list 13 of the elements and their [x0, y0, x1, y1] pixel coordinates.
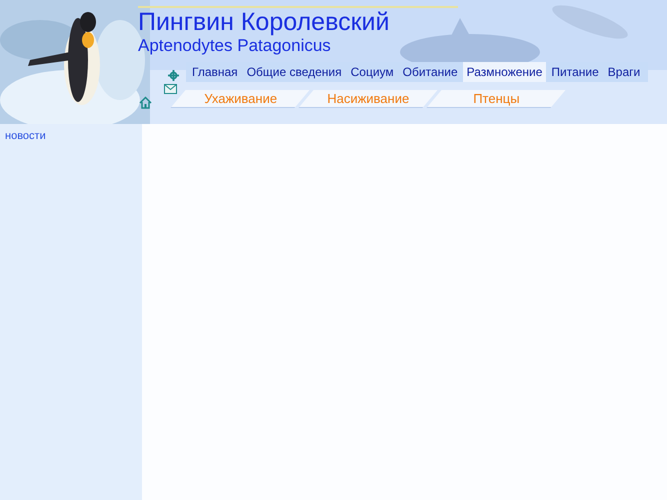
- mail-icon[interactable]: [164, 84, 177, 94]
- page-subtitle: Aptenodytes Patagonicus: [138, 36, 332, 56]
- page-title: Пингвин Королевский: [138, 8, 390, 36]
- nav-link[interactable]: Обитание: [398, 62, 462, 82]
- nav-link[interactable]: Общие сведения: [242, 62, 346, 82]
- sidebar-link[interactable]: новости: [5, 128, 142, 144]
- nav-link[interactable]: Размножение: [462, 62, 546, 82]
- nav-link[interactable]: Враги: [604, 62, 644, 82]
- nav-link[interactable]: Главная: [188, 62, 242, 82]
- nav-link[interactable]: Питание: [547, 62, 603, 82]
- nav-link[interactable]: Социум: [346, 62, 398, 82]
- home-icon[interactable]: [139, 96, 152, 109]
- move-icon[interactable]: [167, 69, 180, 82]
